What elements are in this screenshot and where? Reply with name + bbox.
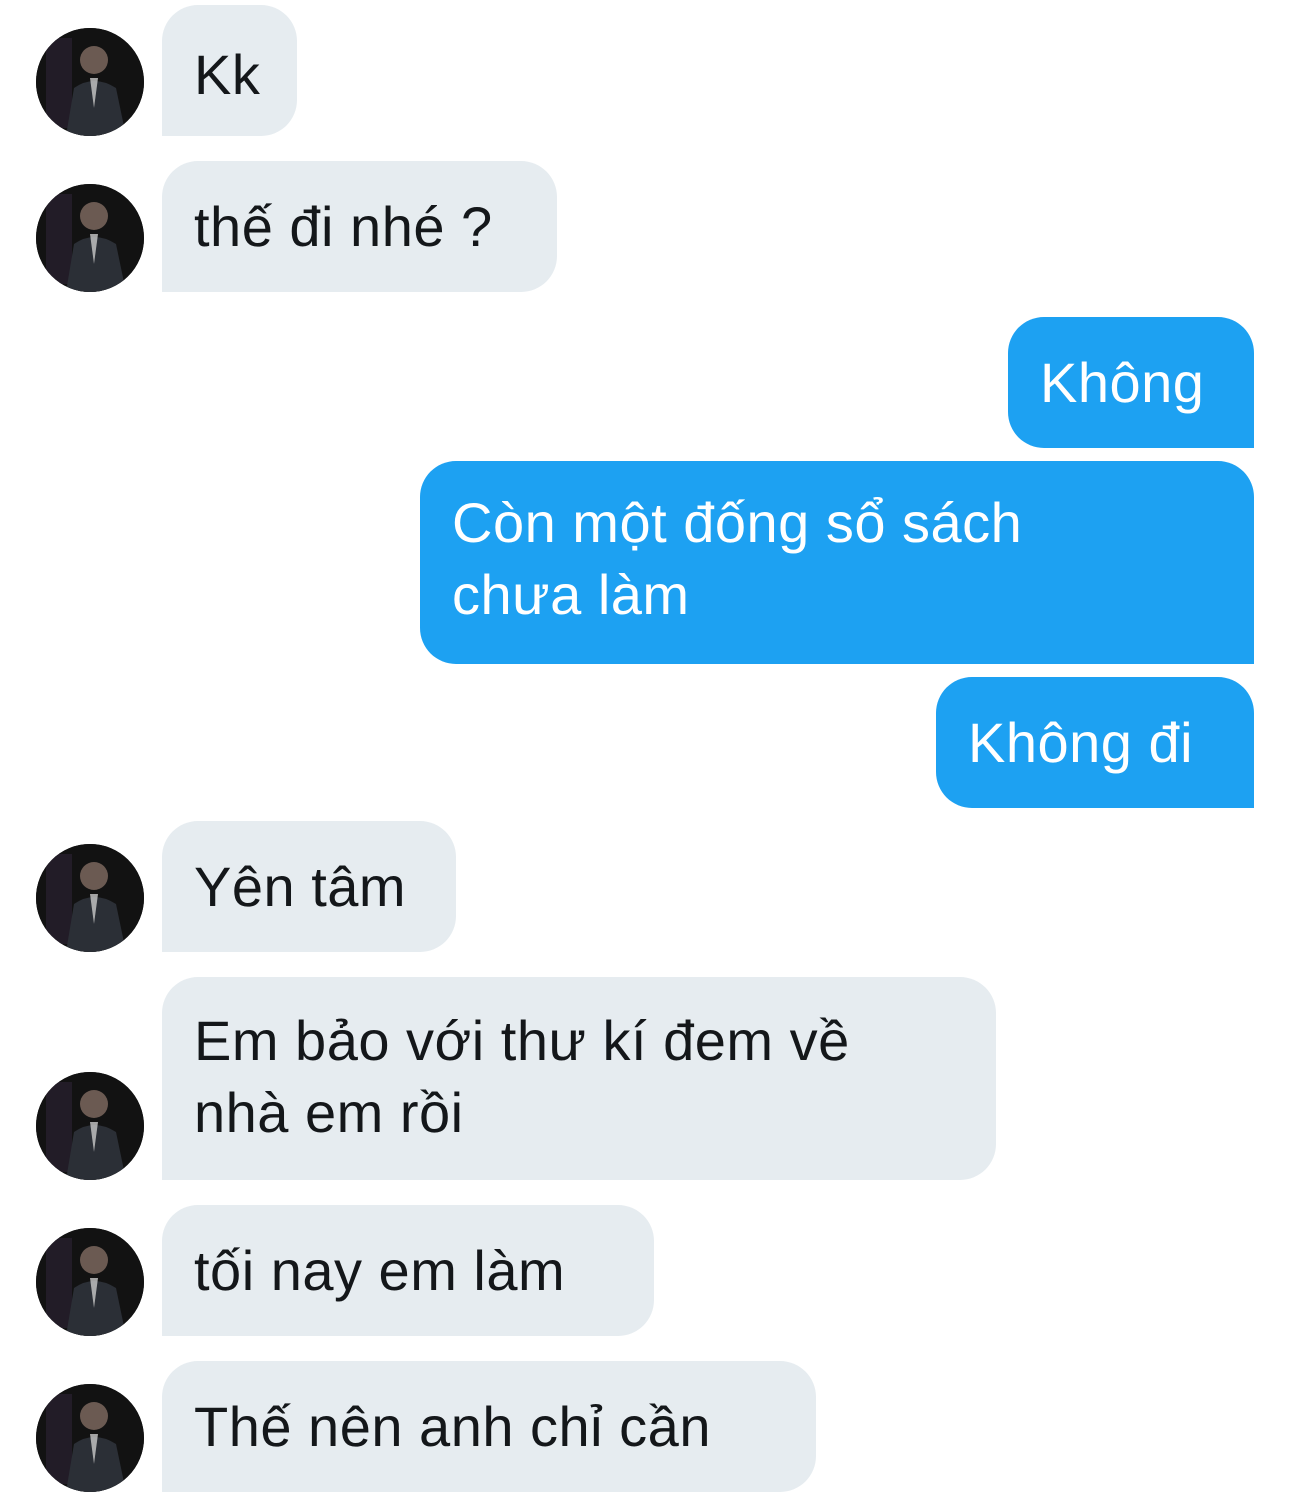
message-text: thế đi nhé ? [194, 195, 493, 258]
message-bubble-outgoing: Không [1008, 317, 1254, 448]
message-text: Thế nên anh chỉ cần [194, 1395, 711, 1458]
avatar[interactable] [36, 28, 144, 136]
message-text-line: nhà em rồi [194, 1081, 464, 1144]
avatar[interactable] [36, 844, 144, 952]
message-text-line: chưa làm [452, 563, 690, 626]
avatar[interactable] [36, 184, 144, 292]
message-bubble-incoming: Kk [162, 5, 297, 136]
message-text: Không [1040, 351, 1205, 414]
message-text-line: Còn một đống sổ sách [452, 491, 1023, 554]
message-bubble-incoming: Thế nên anh chỉ cần [162, 1361, 816, 1492]
message-bubble-outgoing: Còn một đống sổ sách chưa làm [420, 461, 1254, 664]
message-text: Yên tâm [194, 855, 407, 918]
message-bubble-incoming: tối nay em làm [162, 1205, 654, 1336]
message-text: tối nay em làm [194, 1239, 566, 1302]
avatar[interactable] [36, 1384, 144, 1492]
avatar[interactable] [36, 1228, 144, 1336]
message-bubble-outgoing: Không đi [936, 677, 1254, 808]
message-bubble-incoming: thế đi nhé ? [162, 161, 557, 292]
message-text: Kk [194, 43, 261, 106]
avatar[interactable] [36, 1072, 144, 1180]
message-bubble-incoming: Em bảo với thư kí đem về nhà em rồi [162, 977, 996, 1180]
message-text: Không đi [968, 711, 1194, 774]
message-text-line: Em bảo với thư kí đem về [194, 1009, 850, 1072]
message-bubble-incoming: Yên tâm [162, 821, 456, 952]
